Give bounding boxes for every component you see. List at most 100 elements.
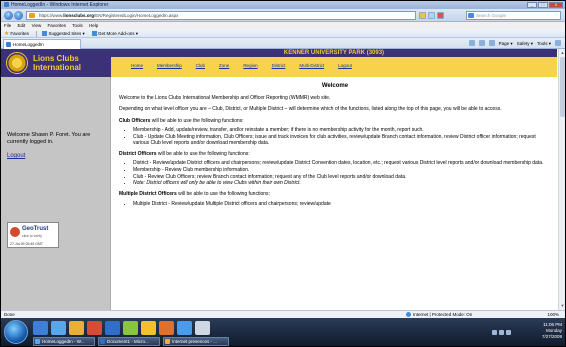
forward-button[interactable]: ›	[14, 11, 23, 20]
url-path: /EN/RegisteredLogin/HomeLoggedIn.aspx	[94, 13, 179, 18]
minimize-button[interactable]: _	[527, 2, 537, 8]
list-item: Multiple District - Review/update Multip…	[133, 201, 551, 207]
feeds-icon[interactable]	[478, 40, 485, 46]
taskbar-word-window[interactable]: Document1 - Micro...	[98, 337, 160, 346]
depending-text: Depending on what level officer you are …	[119, 106, 502, 113]
multiple-district-list: Multiple District - Review/update Multip…	[133, 201, 551, 207]
seal-date: 27-Jul-09 03:45 GMT	[10, 242, 44, 246]
home-icon[interactable]	[468, 40, 475, 46]
word-task-icon	[100, 339, 105, 344]
lions-emblem-icon	[6, 52, 28, 74]
print-icon[interactable]	[488, 40, 495, 46]
stop-icon[interactable]	[437, 12, 444, 19]
firefox-icon[interactable]	[159, 321, 174, 335]
network-icon[interactable]	[492, 330, 497, 335]
nav-multi-district[interactable]: Multi-District	[299, 63, 324, 68]
sidebar-logout-link[interactable]: Logout	[7, 153, 25, 159]
ie-quicklaunch-icon[interactable]	[51, 321, 66, 335]
security-zone[interactable]: Internet | Protected Mode: On	[406, 311, 472, 318]
nav-home[interactable]: Home	[131, 63, 143, 68]
menu-tools[interactable]: Tools	[72, 23, 83, 28]
menu-edit[interactable]: Edit	[18, 23, 26, 28]
zoom-level[interactable]: 100%	[547, 311, 559, 318]
page-title: Welcome	[321, 83, 349, 89]
start-button[interactable]	[4, 320, 28, 344]
player-icon[interactable]	[177, 321, 192, 335]
messenger-icon[interactable]	[141, 321, 156, 335]
club-heading-bold: Club Officers	[119, 117, 151, 124]
back-button[interactable]: ‹	[4, 11, 13, 20]
app-icon[interactable]	[123, 321, 138, 335]
maximize-button[interactable]: □	[538, 2, 548, 8]
menu-view[interactable]: View	[32, 23, 42, 28]
ie-icon	[4, 2, 9, 8]
window-title: HomeLoggedIn - Windows Internet Explorer	[11, 2, 109, 8]
title-bar: HomeLoggedIn - Windows Internet Explorer…	[1, 1, 565, 9]
taskbar-presences-window[interactable]: Internet presences - ...	[163, 337, 229, 346]
menu-favorites[interactable]: Favorites	[48, 23, 67, 28]
search-placeholder: Search Google	[476, 13, 507, 18]
ie-task-icon	[35, 339, 40, 344]
clock-date: 7/27/2009	[541, 334, 562, 339]
favorites-separator	[36, 30, 38, 37]
nav-membership[interactable]: Membership	[157, 63, 182, 68]
scroll-down-icon[interactable]: ▼	[560, 303, 565, 309]
menu-file[interactable]: File	[4, 23, 11, 28]
taskbar-ie-window[interactable]: HomeLoggedIn - W...	[33, 337, 95, 346]
search-provider-icon	[468, 13, 474, 18]
task-label: Document1 - Micro...	[107, 339, 149, 344]
help-icon[interactable]	[555, 40, 561, 46]
address-icons	[419, 12, 444, 19]
nav-region[interactable]: Region	[243, 63, 257, 68]
status-text: Done	[4, 312, 15, 317]
tray-icons	[492, 330, 511, 335]
list-item: Membership - Add, update/review, transfe…	[133, 127, 551, 133]
media-icon[interactable]	[87, 321, 102, 335]
lions-logo-text: Lions Clubs International	[33, 54, 81, 72]
favorites-button[interactable]: Favorites	[10, 31, 29, 36]
quick-launch	[33, 321, 210, 335]
safety-menu[interactable]: Safety ▾	[517, 40, 533, 47]
refresh-icon[interactable]	[428, 12, 435, 19]
url-field[interactable]: https://www.lionsclubs.org/EN/Registered…	[26, 11, 416, 20]
close-button[interactable]: X	[549, 2, 563, 8]
scrollbar-thumb[interactable]	[560, 57, 565, 117]
lions-logo[interactable]: Lions Clubs International	[1, 49, 111, 77]
addons-icon	[91, 31, 97, 37]
task-label: Internet presences - ...	[172, 339, 218, 344]
show-desktop-icon[interactable]	[33, 321, 48, 335]
page-content: Lions Clubs International KENNER UNIVERS…	[1, 49, 565, 310]
md-heading-bold: Multiple District Officers	[119, 191, 177, 198]
vertical-scrollbar[interactable]: ▲ ▼	[558, 49, 565, 310]
word-icon[interactable]	[105, 321, 120, 335]
power-icon[interactable]	[506, 330, 511, 335]
tab-homeloggedin[interactable]: HomeLoggedIn	[3, 39, 81, 49]
zone-text: Internet | Protected Mode: On	[413, 312, 473, 317]
lock-status-icon[interactable]	[419, 12, 426, 19]
addons-link[interactable]: Get More Add-ons ▾	[98, 31, 138, 36]
nav-zone[interactable]: Zone	[219, 63, 229, 68]
favorites-bar: ★Favorites Suggested Sites ▾ Get More Ad…	[1, 29, 565, 38]
main-content: Welcome Welcome to the Lions Clubs Inter…	[119, 79, 551, 212]
page-menu[interactable]: Page ▾	[499, 40, 513, 47]
nav-logout[interactable]: Logout	[338, 63, 352, 68]
clock[interactable]: 11:06 PM Monday 7/27/2009	[542, 322, 562, 340]
site-nav: Home Membership Club Zone Region Distric…	[111, 57, 557, 77]
extra-icon[interactable]	[195, 321, 210, 335]
list-item: District - Review/update District office…	[133, 160, 551, 166]
favorites-star-icon[interactable]: ★	[4, 31, 9, 37]
search-input[interactable]: Search Google	[466, 11, 561, 20]
nav-club[interactable]: Club	[196, 63, 205, 68]
nav-district[interactable]: District	[272, 63, 286, 68]
geotrust-seal[interactable]: GeoTrust click to verify 27-Jul-09 03:45…	[7, 222, 59, 248]
command-bar: Page ▾ Safety ▾ Tools ▾	[468, 40, 561, 47]
welcome-user-text: Welcome Shawn P. Foret. You are currentl…	[7, 132, 91, 145]
menu-help[interactable]: Help	[89, 23, 98, 28]
volume-icon[interactable]	[499, 330, 504, 335]
scroll-up-icon[interactable]: ▲	[560, 50, 565, 56]
club-heading-suffix: will be able to use the following functi…	[150, 117, 244, 124]
suggested-sites-link[interactable]: Suggested Sites ▾	[48, 31, 84, 36]
browser-window: HomeLoggedIn - Windows Internet Explorer…	[0, 0, 566, 347]
folder-icon[interactable]	[69, 321, 84, 335]
tools-menu[interactable]: Tools ▾	[537, 40, 551, 47]
